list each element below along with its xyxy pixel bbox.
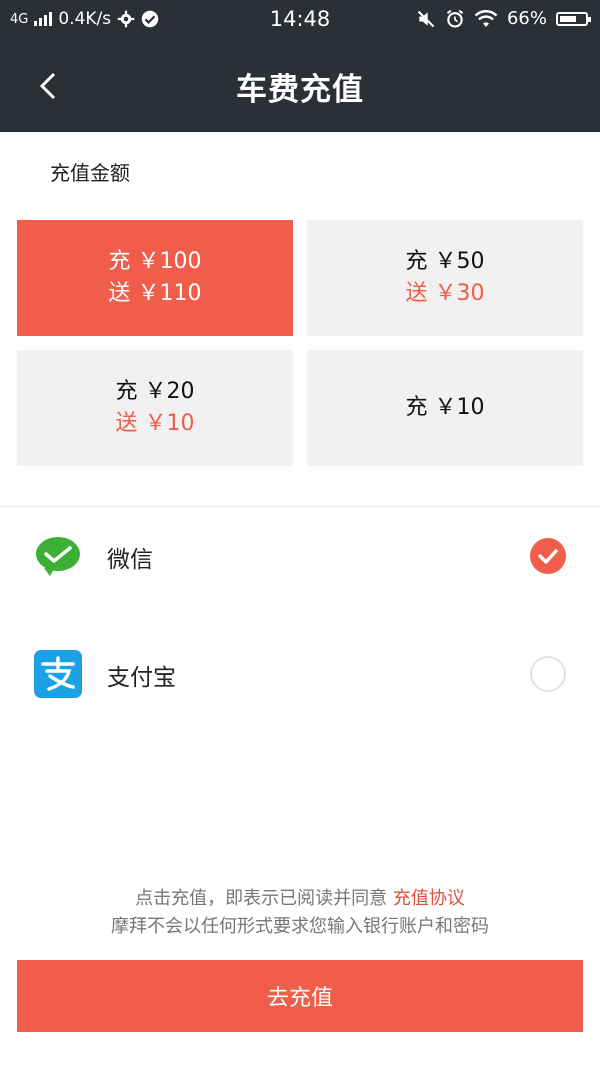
payment-option-wechat[interactable]: 微信 xyxy=(0,520,600,600)
header: 车费充值 xyxy=(0,40,600,132)
amount-option-50[interactable]: 充 ￥50 送 ￥30 xyxy=(307,220,583,336)
amount-bonus: 送 ￥10 xyxy=(115,411,195,436)
status-right: 66% xyxy=(416,8,591,29)
notice-line-2: 摩拜不会以任何形式要求您输入银行账户和密码 xyxy=(111,916,489,937)
payment-option-alipay[interactable]: 支付宝 xyxy=(0,638,600,718)
page-title: 车费充值 xyxy=(236,72,364,108)
amount-bonus: 送 ￥110 xyxy=(108,281,202,306)
status-bar: 4G 0.4K/s 14:48 66% xyxy=(0,0,600,40)
agreement-notice: 点击充值，即表示已阅读并同意 充值协议 摩拜不会以任何形式要求您输入银行账户和密… xyxy=(0,885,600,941)
section-divider xyxy=(0,506,600,507)
payment-label: 微信 xyxy=(107,547,153,573)
alarm-icon xyxy=(446,9,464,28)
wifi-icon xyxy=(474,9,498,27)
radio-unselected-icon[interactable] xyxy=(530,656,566,692)
alipay-icon xyxy=(34,650,82,698)
mute-icon xyxy=(417,10,435,27)
wechat-icon xyxy=(36,537,80,576)
amount-section-label: 充值金额 xyxy=(50,161,130,185)
radio-selected-check-icon[interactable] xyxy=(530,538,566,574)
notice-text: 点击充值，即表示已阅读并同意 xyxy=(135,888,388,909)
amount-option-10[interactable]: 充 ￥10 xyxy=(307,350,583,466)
amount-charge: 充 ￥20 xyxy=(115,379,195,404)
battery-percent: 66% xyxy=(506,8,547,29)
top-bar: 4G 0.4K/s 14:48 66% 车费充值 xyxy=(0,0,600,132)
amount-option-20[interactable]: 充 ￥20 送 ￥10 xyxy=(17,350,293,466)
amount-charge: 充 ￥10 xyxy=(405,395,485,420)
battery-icon xyxy=(556,11,591,26)
amount-option-100[interactable]: 充 ￥100 送 ￥110 xyxy=(17,220,293,336)
amount-bonus: 送 ￥30 xyxy=(405,281,485,306)
agreement-link[interactable]: 充值协议 xyxy=(393,888,465,909)
payment-label: 支付宝 xyxy=(107,665,176,691)
recharge-button[interactable]: 去充值 xyxy=(17,960,583,1032)
amount-charge: 充 ￥50 xyxy=(405,249,485,274)
amount-charge: 充 ￥100 xyxy=(108,249,202,274)
notice-line-1: 点击充值，即表示已阅读并同意 充值协议 xyxy=(0,885,600,913)
